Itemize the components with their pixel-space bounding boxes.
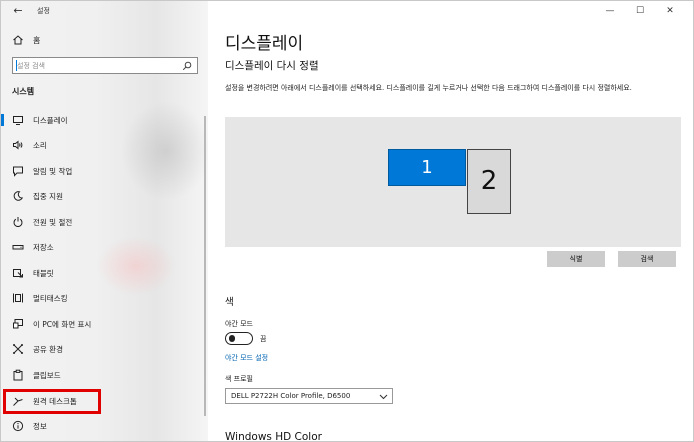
close-button[interactable]: ✕ [655, 4, 685, 18]
monitor-icon [13, 116, 23, 125]
home-link[interactable]: 홈 [12, 34, 40, 46]
speaker-icon [13, 140, 23, 150]
color-section-title: 색 [225, 297, 234, 308]
sidebar-item-label: 저장소 [33, 242, 54, 252]
sidebar-item-multitasking[interactable]: 멀티태스킹 [1, 287, 201, 309]
night-light-toggle[interactable] [225, 332, 253, 345]
sidebar-item-sound[interactable]: 소리 [1, 134, 201, 156]
notification-icon [13, 166, 23, 177]
sidebar-item-label: 집중 지원 [33, 191, 63, 201]
chevron-down-icon [379, 394, 388, 400]
sidebar-item-project-to-pc[interactable]: 이 PC에 화면 표시 [1, 313, 201, 335]
minimize-button[interactable]: — [595, 4, 625, 18]
sidebar-item-label: 멀티태스킹 [33, 293, 68, 303]
sidebar-item-focus-assist[interactable]: 집중 지원 [1, 185, 201, 207]
sidebar-item-label: 공유 환경 [33, 344, 63, 354]
settings-search-box[interactable] [12, 57, 198, 74]
sidebar-item-storage[interactable]: 저장소 [1, 236, 201, 258]
window-title: 설정 [37, 7, 50, 15]
main-content: — ☐ ✕ 디스플레이 디스플레이 다시 정렬 설정을 변경하려면 아래에서 디… [208, 1, 693, 442]
window-controls: — ☐ ✕ [595, 4, 685, 18]
sidebar-item-display[interactable]: 디스플레이 [1, 109, 201, 131]
search-icon[interactable] [182, 61, 192, 71]
sidebar-item-label: 정보 [33, 421, 47, 431]
display-1-tile[interactable]: 1 [388, 149, 466, 186]
home-icon [13, 35, 23, 45]
sidebar-item-tablet[interactable]: 태블릿 [1, 262, 201, 284]
settings-window: ← 설정 홈 시스템 디스플레이 소리 [0, 0, 694, 442]
sidebar-item-notifications[interactable]: 알림 및 작업 [1, 160, 201, 182]
sidebar-item-label: 이 PC에 화면 표시 [33, 319, 92, 329]
sidebar-section-title: 시스템 [12, 87, 35, 96]
toggle-knob [228, 335, 235, 342]
display-2-tile[interactable]: 2 [467, 149, 511, 214]
power-icon [13, 217, 23, 227]
detect-button[interactable]: 검색 [618, 251, 676, 267]
info-icon [12, 420, 24, 432]
sidebar-item-label: 디스플레이 [33, 115, 68, 125]
sidebar-item-shared-experiences[interactable]: 공유 환경 [1, 338, 201, 360]
settings-search-input[interactable] [17, 59, 177, 72]
tablet-icon [13, 269, 23, 278]
identify-button[interactable]: 식별 [547, 251, 605, 267]
sidebar-item-label: 전원 및 절전 [33, 217, 73, 227]
sidebar-item-about[interactable]: 정보 [1, 415, 201, 437]
titlebar-left: ← 설정 [11, 4, 50, 18]
arrange-section-title: 디스플레이 다시 정렬 [225, 60, 319, 72]
arrange-description: 설정을 변경하려면 아래에서 디스플레이를 선택하세요. 디스플레이를 길게 누… [225, 84, 632, 92]
project-icon [13, 319, 23, 329]
night-light-state: 끔 [260, 335, 267, 343]
sidebar-item-label: 태블릿 [33, 268, 54, 278]
multitasking-icon [13, 293, 23, 303]
sidebar-item-power[interactable]: 전원 및 절전 [1, 211, 201, 233]
sidebar-scrollbar[interactable] [204, 116, 206, 416]
shared-experience-icon [13, 344, 23, 354]
sidebar-item-label: 클립보드 [33, 370, 61, 380]
page-title: 디스플레이 [225, 34, 304, 54]
home-label: 홈 [33, 35, 41, 45]
back-arrow-icon[interactable]: ← [11, 4, 25, 18]
sidebar: ← 설정 홈 시스템 디스플레이 소리 [1, 1, 211, 441]
remote-desktop-highlight-box [3, 389, 101, 414]
storage-icon [12, 245, 24, 250]
hd-color-section-title: Windows HD Color [225, 431, 322, 442]
sidebar-item-label: 소리 [33, 140, 47, 150]
night-light-settings-link[interactable]: 야간 모드 설정 [225, 353, 268, 363]
clipboard-icon [13, 369, 23, 381]
color-profile-dropdown[interactable]: DELL P2722H Color Profile, D6500 [225, 388, 393, 404]
display-arrangement-area[interactable]: 1 2 [225, 117, 681, 247]
moon-icon [13, 191, 24, 201]
maximize-button[interactable]: ☐ [625, 4, 655, 18]
sidebar-item-clipboard[interactable]: 클립보드 [1, 364, 201, 386]
night-light-label: 야간 모드 [225, 320, 253, 328]
color-profile-label: 색 프로필 [225, 375, 253, 383]
color-profile-value: DELL P2722H Color Profile, D6500 [231, 392, 351, 400]
sidebar-item-label: 알림 및 작업 [33, 166, 73, 176]
